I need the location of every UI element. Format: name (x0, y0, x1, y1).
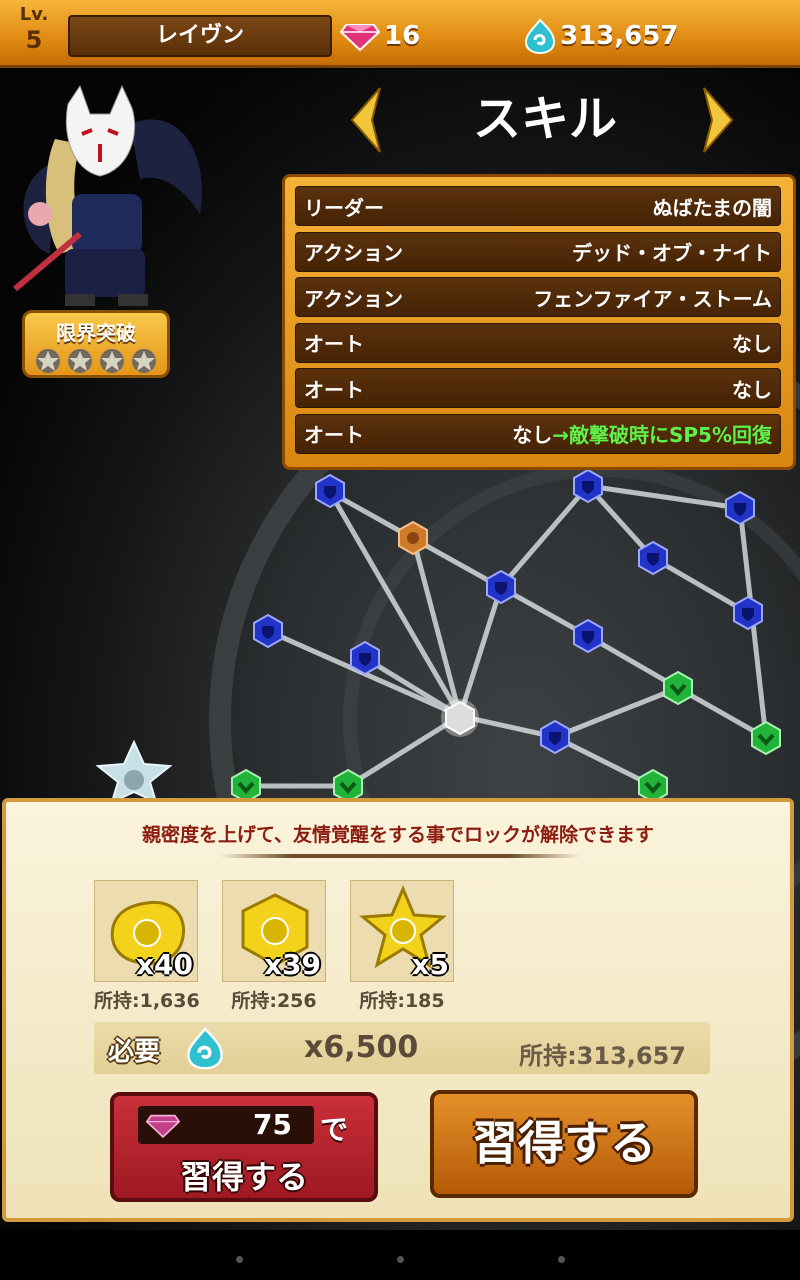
gem-counter: 16 (340, 16, 420, 56)
material-owned: 所持:256 (231, 990, 317, 1012)
currency-counter: 313,657 (524, 16, 678, 56)
skill-node-blue[interactable] (723, 491, 757, 525)
required-amount: x6,500 (304, 1030, 419, 1065)
requirement-bar: 必要 x6,500 所持:313,657 (94, 1022, 710, 1074)
gem-cost-box: 75 (138, 1106, 314, 1144)
skill-type: オート (304, 332, 364, 356)
material-item[interactable]: x40 所持:1,636 (94, 880, 200, 1013)
level-indicator: Lv. 5 (12, 4, 56, 54)
skill-name: なし (732, 332, 772, 356)
star-icon (36, 349, 60, 373)
skill-node-blue[interactable] (348, 641, 382, 675)
skill-node-blue[interactable] (731, 596, 765, 630)
limit-break-stars (25, 348, 167, 374)
limit-break-label: 限界突破 (56, 321, 136, 345)
skill-row-auto[interactable]: オート なし→敵撃破時にSP5%回復 (295, 413, 781, 454)
skill-list-panel: リーダー ぬばたまの闇 アクション デッド・オブ・ナイト アクション フェンファ… (282, 174, 796, 470)
star-icon (68, 349, 92, 373)
gem-button-label: 習得する (179, 1158, 308, 1196)
skill-name: フェンファイア・ストーム (533, 286, 772, 311)
material-slot: x40 (94, 880, 198, 982)
material-slot: x39 (222, 880, 326, 982)
material-qty: x39 (263, 948, 321, 981)
skill-type: アクション (304, 241, 403, 265)
spirit-flame-icon (187, 1027, 223, 1070)
skill-node-blue[interactable] (313, 474, 347, 508)
divider (220, 854, 580, 858)
skill-node-blue[interactable] (636, 541, 670, 575)
skill-type: アクション (304, 286, 403, 311)
star-icon (100, 349, 124, 373)
skill-value: なし→敵撃破時にSP5%回復 (512, 419, 772, 448)
skill-name: デッド・オブ・ナイト (572, 241, 772, 265)
skill-name: ぬばたまの闇 (652, 195, 772, 220)
next-arrow-icon[interactable] (702, 86, 734, 154)
material-item[interactable]: x39 所持:256 (222, 880, 326, 1013)
material-owned: 所持:185 (359, 990, 445, 1012)
currency-amount: 313,657 (560, 21, 679, 51)
character-portrait[interactable] (10, 84, 210, 314)
material-item[interactable]: x5 所持:185 (350, 880, 454, 1013)
skill-name: なし (732, 377, 772, 402)
nav-dot[interactable] (397, 1256, 404, 1263)
skill-node-blue[interactable] (538, 720, 572, 754)
gem-icon (340, 24, 380, 51)
nav-dot[interactable] (236, 1256, 243, 1263)
skill-name: なし (512, 423, 553, 447)
skill-node-green[interactable] (661, 671, 695, 705)
unlock-panel: 親密度を上げて、友情覚醒をする事でロックが解除できます x40 所持:1,636… (2, 798, 794, 1222)
material-owned: 所持:1,636 (94, 990, 200, 1012)
skill-row-action[interactable]: アクション デッド・オブ・ナイト (295, 231, 781, 272)
unlock-notice: 親密度を上げて、友情覚醒をする事でロックが解除できます (141, 824, 655, 846)
skill-type: オート (304, 423, 364, 447)
required-label: 必要 (108, 1037, 161, 1067)
gem-cost: 75 (253, 1108, 292, 1141)
skill-node-blue[interactable] (571, 469, 605, 503)
skill-node-green[interactable] (749, 721, 783, 755)
skill-title: スキル (472, 91, 617, 147)
skill-node-orange[interactable] (396, 521, 430, 555)
skill-node-selected[interactable] (440, 698, 480, 738)
skill-upgrade-text: →敵撃破時にSP5%回復 (552, 423, 772, 447)
skill-row-action[interactable]: アクション フェンファイア・ストーム (295, 277, 781, 317)
material-qty: x5 (411, 948, 449, 981)
limit-break-badge: 限界突破 (22, 310, 170, 378)
skill-node-blue[interactable] (484, 570, 518, 604)
currency-owned: 所持:313,657 (519, 1042, 686, 1070)
level-label: Lv. (19, 4, 49, 25)
skill-row-auto[interactable]: オート なし (295, 368, 781, 408)
skill-node-blue[interactable] (251, 614, 285, 648)
skill-row-auto[interactable]: オート なし (295, 322, 781, 363)
system-nav-bar (0, 1230, 800, 1280)
gem-count: 16 (384, 21, 421, 51)
gem-acquire-button[interactable]: 75 で 習得する (110, 1092, 378, 1202)
material-slot: x5 (350, 880, 454, 982)
skill-type: リーダー (304, 195, 384, 220)
spirit-flame-icon (524, 18, 556, 54)
character-name: レイヴン (68, 15, 332, 57)
learn-button[interactable]: 習得する (430, 1090, 698, 1198)
status-bar: Lv. 5 レイヴン 16 313,657 (0, 0, 800, 68)
gem-icon (146, 1114, 180, 1138)
skill-type: オート (304, 377, 364, 402)
skill-row-leader[interactable]: リーダー ぬばたまの闇 (295, 186, 781, 226)
star-icon (132, 349, 156, 373)
gem-de-text: で (320, 1113, 349, 1146)
nav-dot[interactable] (558, 1256, 565, 1263)
fox-mask (65, 84, 136, 177)
star-node[interactable] (92, 740, 176, 802)
level-value: 5 (25, 26, 43, 54)
material-qty: x40 (135, 948, 193, 981)
prev-arrow-icon[interactable] (350, 86, 382, 154)
skill-node-blue[interactable] (571, 619, 605, 653)
